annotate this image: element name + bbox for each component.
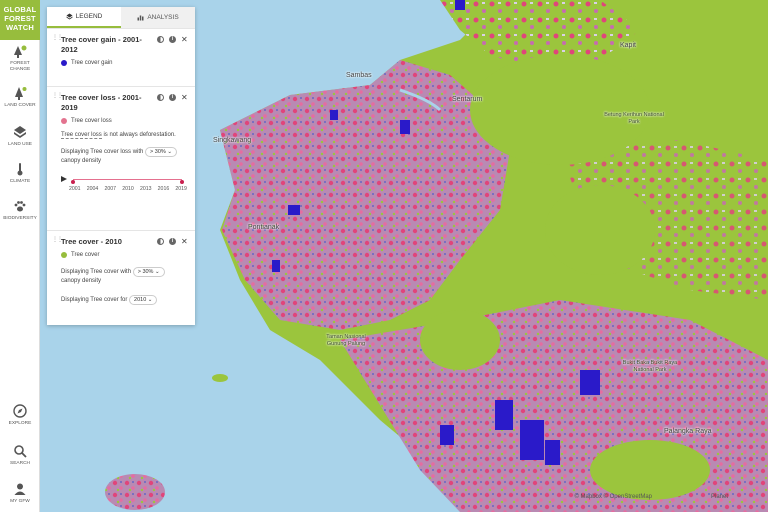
land-use-icon	[14, 126, 26, 138]
timeline-tick: 2013	[139, 186, 152, 192]
map-label-palangka-raya: Palangka Raya	[664, 428, 712, 435]
sidebar: GLOBAL FOREST WATCH FOREST CHANGE LAND C…	[0, 0, 40, 512]
logo-line-3: WATCH	[6, 23, 34, 32]
compass-icon	[13, 404, 27, 418]
close-icon[interactable]: ✕	[181, 36, 188, 44]
canopy-density-dropdown[interactable]: > 30% ⌄	[132, 267, 165, 277]
note-text: is not always deforestation.	[101, 132, 176, 138]
swatch-label: Tree cover	[71, 252, 100, 258]
sidebar-item-label: LAND COVER	[4, 103, 36, 108]
note-link[interactable]: Tree cover loss	[61, 132, 102, 139]
year-dropdown[interactable]: 2010 ⌄	[129, 295, 158, 305]
layer-note: Tree cover loss is not always deforestat…	[61, 132, 187, 139]
logo-line-2: FOREST	[4, 14, 36, 23]
thermometer-icon	[17, 163, 23, 176]
opacity-icon[interactable]	[157, 94, 164, 101]
layer-title: Tree cover loss - 2001-2019	[61, 93, 142, 112]
info-icon[interactable]: i	[169, 238, 176, 245]
map-label-pontianak: Pontianak	[248, 224, 280, 231]
setting-prefix: Displaying Tree cover with	[61, 269, 132, 275]
info-icon[interactable]: i	[169, 94, 176, 101]
drag-handle-icon[interactable]: ⋮⋮	[52, 35, 63, 45]
legend-swatch	[61, 252, 67, 258]
sidebar-item-label: EXPLORE	[8, 421, 32, 426]
setting-prefix: Displaying Tree cover loss with	[61, 149, 144, 155]
drag-handle-icon[interactable]: ⋮⋮	[52, 237, 63, 247]
sidebar-item-label: BIODIVERSITY	[3, 216, 37, 221]
sidebar-item-land-use[interactable]: LAND USE	[0, 125, 40, 148]
sidebar-item-climate[interactable]: CLIMATE	[0, 162, 40, 185]
legend-layer-tree-cover: ⋮⋮ Tree cover - 2010 i ✕ Tree cover Disp…	[47, 231, 195, 325]
sidebar-item-explore[interactable]: EXPLORE	[0, 404, 40, 427]
swatch-label: Tree cover gain	[71, 60, 113, 66]
sidebar-item-label: FOREST CHANGE	[9, 61, 31, 72]
info-icon[interactable]: i	[169, 36, 176, 43]
sidebar-item-forest-change[interactable]: FOREST CHANGE	[0, 44, 40, 73]
logo-line-1: GLOBAL	[3, 5, 37, 14]
layer-setting: Displaying Tree cover loss with > 30% ⌄ …	[61, 147, 187, 166]
sidebar-item-label: SEARCH	[10, 461, 30, 466]
map-label-sambas: Sambas	[346, 72, 372, 79]
opacity-icon[interactable]	[157, 36, 164, 43]
timeline-tick: 2016	[157, 186, 170, 192]
sidebar-item-label: CLIMATE	[9, 179, 31, 184]
layer-setting: Displaying Tree cover with > 30% ⌄ canop…	[61, 267, 187, 286]
map-label-gunung-palung: Taman Nasional Gunung Palung	[326, 334, 366, 347]
setting-suffix: canopy density	[61, 158, 102, 164]
map-label-sentarum: Sentarum	[452, 96, 483, 103]
tab-analysis[interactable]: ANALYSIS	[121, 7, 195, 28]
close-icon[interactable]: ✕	[181, 238, 188, 246]
tab-legend[interactable]: LEGEND	[47, 7, 121, 28]
timeline-tick: 2010	[122, 186, 134, 192]
timeline-start-handle[interactable]	[71, 180, 75, 184]
layer-title: Tree cover gain - 2001-2012	[61, 35, 142, 54]
tab-label: ANALYSIS	[147, 14, 179, 21]
play-icon[interactable]	[61, 176, 67, 182]
opacity-icon[interactable]	[157, 238, 164, 245]
tab-label: LEGEND	[75, 13, 103, 20]
legend-swatch	[61, 118, 67, 124]
sidebar-item-my-gfw[interactable]: MY GFW	[0, 482, 40, 505]
setting-prefix: Displaying Tree cover for	[61, 297, 128, 303]
search-icon	[14, 445, 27, 458]
paw-icon	[14, 201, 26, 212]
map-label-singkawang: Singkawang	[213, 137, 252, 144]
map-attribution[interactable]: © Mapbox © OpenStreetMap	[574, 494, 652, 500]
map-label-bukit-baka: Bukit Baka Bukit Raya National Park	[622, 360, 678, 373]
timeline-tick: 2001	[69, 186, 81, 192]
canopy-density-dropdown[interactable]: > 30% ⌄	[145, 147, 177, 157]
legend-tabs: LEGEND ANALYSIS	[47, 7, 195, 29]
map-label-kapit: Kapit	[620, 42, 636, 49]
user-icon	[14, 483, 26, 495]
timeline-tick: 2007	[104, 186, 117, 192]
timeline-ticks: 2001 2004 2007 2010 2013 2016 2019	[69, 186, 187, 192]
drag-handle-icon[interactable]: ⋮⋮	[52, 93, 63, 103]
legend-layer-tree-cover-loss: ⋮⋮ Tree cover loss - 2001-2019 i ✕ Tree …	[47, 87, 195, 231]
timeline-tick: 2019	[175, 186, 187, 192]
setting-suffix: canopy density	[61, 278, 102, 284]
layer-title: Tree cover - 2010	[61, 237, 122, 246]
legend-swatch	[61, 60, 67, 66]
map-attribution-planet: Planet	[710, 494, 728, 500]
layer-setting-year: Displaying Tree cover for 2010 ⌄	[61, 295, 187, 305]
swatch-label: Tree cover loss	[71, 118, 112, 124]
legend-panel: LEGEND ANALYSIS ⋮⋮ Tree cover gain - 200…	[47, 7, 195, 325]
timeline-track[interactable]	[71, 179, 184, 184]
sidebar-item-biodiversity[interactable]: BIODIVERSITY	[0, 199, 40, 222]
sidebar-item-search[interactable]: SEARCH	[0, 444, 40, 467]
sidebar-item-label: MY GFW	[10, 499, 30, 504]
map-label-betung-kerihun: Betung Kerihun National Park	[604, 112, 664, 125]
legend-layer-tree-cover-gain: ⋮⋮ Tree cover gain - 2001-2012 i ✕ Tree …	[47, 29, 195, 87]
layers-icon	[66, 13, 73, 20]
sidebar-item-land-cover[interactable]: LAND COVER	[0, 86, 40, 109]
timeline-tick: 2004	[86, 186, 99, 192]
tree-change-icon	[14, 45, 27, 58]
sidebar-item-label: LAND USE	[8, 142, 32, 147]
tree-icon	[15, 87, 27, 100]
gfw-logo[interactable]: GLOBAL FOREST WATCH	[0, 0, 40, 40]
timeline: 2001 2004 2007 2010 2013 2016 2019	[61, 176, 187, 196]
bar-chart-icon	[137, 15, 144, 21]
close-icon[interactable]: ✕	[181, 94, 188, 102]
timeline-end-handle[interactable]	[180, 180, 184, 184]
